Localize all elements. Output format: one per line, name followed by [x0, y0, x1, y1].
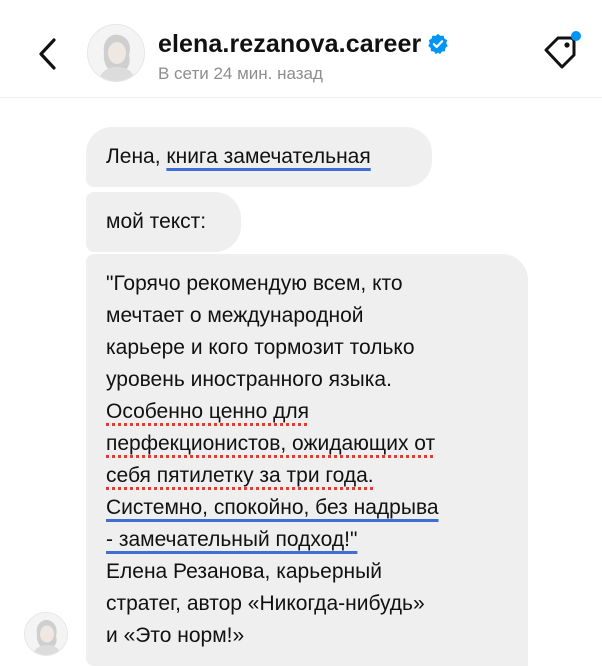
message-line-blue: - замечательный подход!": [106, 524, 508, 556]
message-text: мой текст:: [106, 210, 207, 233]
message-line-red-dotted: себя пятилетку за три года.: [106, 460, 508, 492]
red-dotted-text: себя пятилетку за три года.: [106, 464, 374, 487]
highlighted-text: книга замечательная: [166, 145, 371, 168]
profile-avatar[interactable]: [87, 24, 145, 82]
message-bubble[interactable]: мой текст:: [86, 192, 241, 252]
message-line: и «Это норм!»: [106, 624, 245, 647]
avatar-photo: [25, 613, 67, 655]
message-line: Елена Резанова, карьерный: [106, 560, 382, 583]
message-line: мечтает о международной: [106, 304, 364, 327]
red-dotted-text: Особенно ценно для: [106, 400, 309, 423]
red-dotted-text: перфекционистов, ожидающих от: [106, 432, 436, 455]
message-text: Лена,: [106, 145, 167, 168]
message-line: стратег, автор «Никогда-нибудь»: [106, 592, 425, 615]
message-line-red-dotted: Особенно ценно для: [106, 396, 508, 428]
message-line: "Горячо рекомендую всем, кто: [106, 272, 403, 295]
message-bubble[interactable]: "Горячо рекомендую всем, кто мечтает о м…: [86, 254, 528, 666]
message-line-blue: Системно, спокойно, без надрыва: [106, 492, 508, 524]
message-bubble[interactable]: Лена, книга замечательная: [86, 127, 432, 187]
tag-button[interactable]: [536, 28, 588, 80]
message-line-red-dotted: перфекционистов, ожидающих от: [106, 428, 508, 460]
avatar-photo: [88, 25, 144, 81]
online-status: В сети 24 мин. назад: [158, 64, 323, 83]
back-button[interactable]: [30, 34, 66, 74]
username-text: elena.rezanova.career: [158, 30, 422, 58]
chevron-left-icon: [39, 38, 56, 70]
blue-underlined-text: Системно, спокойно, без надрыва: [106, 496, 439, 519]
chat-username[interactable]: elena.rezanova.career: [158, 30, 449, 59]
sender-avatar[interactable]: [24, 612, 68, 656]
message-line: карьере и кого тормозит только: [106, 336, 415, 359]
blue-underlined-text: - замечательный подход!": [106, 528, 358, 551]
tag-icon: [544, 31, 581, 69]
message-line: уровень иностранного языка.: [106, 368, 392, 391]
chat-header: elena.rezanova.career В сети 24 мин. наз…: [0, 0, 602, 98]
verified-badge-icon: [428, 33, 449, 55]
